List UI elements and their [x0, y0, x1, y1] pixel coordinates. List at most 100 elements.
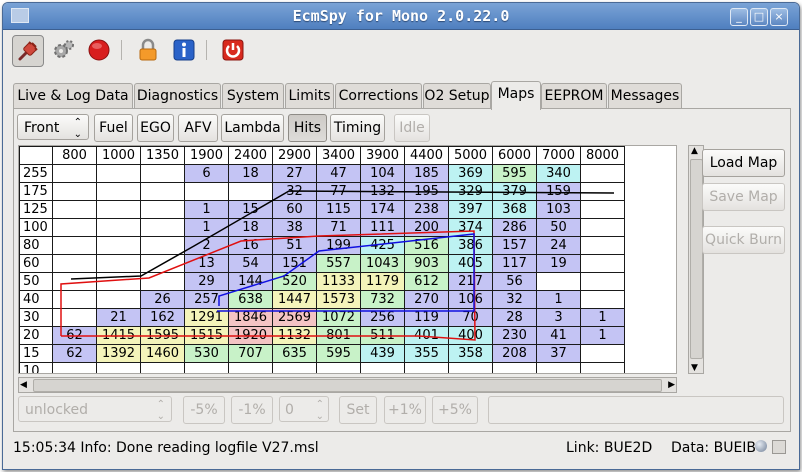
map-cell[interactable]	[96, 362, 141, 373]
map-cell[interactable]	[580, 254, 625, 273]
map-cell[interactable]	[184, 182, 229, 201]
map-cell[interactable]: 1595	[140, 326, 185, 345]
map-cell[interactable]: 62	[52, 326, 97, 345]
map-cell[interactable]: 103	[536, 200, 581, 219]
map-cell[interactable]: 374	[448, 218, 493, 237]
map-cell[interactable]	[448, 362, 493, 373]
scroll-up-icon[interactable]: ▲	[691, 146, 698, 156]
map-cell[interactable]: 62	[52, 344, 97, 363]
map-cell[interactable]: 707	[228, 344, 273, 363]
map-cell[interactable]: 1573	[316, 290, 361, 309]
value-stepper[interactable]: 0 ⌃ ⌄	[279, 396, 329, 422]
tab-eeprom[interactable]: EEPROM	[541, 83, 607, 109]
map-cell[interactable]: 151	[272, 254, 317, 273]
map-cell[interactable]	[140, 272, 185, 291]
plus-5-button[interactable]: +5%	[432, 396, 478, 424]
ego-button[interactable]: EGO	[137, 114, 174, 142]
map-cell[interactable]: 16	[228, 236, 273, 255]
idle-button[interactable]: Idle	[394, 114, 430, 142]
record-button[interactable]	[84, 35, 114, 65]
map-cell[interactable]	[52, 308, 97, 327]
map-cell[interactable]	[492, 362, 537, 373]
map-cell[interactable]: 1	[580, 326, 625, 345]
scroll-thumb[interactable]	[33, 379, 662, 392]
map-cell[interactable]: 3	[536, 308, 581, 327]
scroll-right-icon[interactable]: ▶	[668, 378, 675, 392]
map-cell[interactable]: 13	[184, 254, 229, 273]
map-cell[interactable]	[360, 362, 405, 373]
map-cell[interactable]	[228, 182, 273, 201]
map-cell[interactable]: 19	[536, 254, 581, 273]
map-cell[interactable]: 270	[404, 290, 449, 309]
map-cell[interactable]: 1043	[360, 254, 405, 273]
tab-messages[interactable]: Messages	[608, 83, 682, 109]
quick-burn-button[interactable]: Quick Burn	[702, 226, 785, 254]
map-cell[interactable]: 903	[404, 254, 449, 273]
map-cell[interactable]: 368	[492, 200, 537, 219]
map-table[interactable]: 800 1000 1350 1900 2400 2900 3400 3900 4…	[19, 146, 625, 373]
map-cell[interactable]	[96, 164, 141, 183]
map-cell[interactable]	[140, 164, 185, 183]
map-select[interactable]: Front ⌃ ⌄	[17, 114, 89, 140]
map-cell[interactable]	[52, 164, 97, 183]
map-cell[interactable]	[52, 236, 97, 255]
map-cell[interactable]: 29	[184, 272, 229, 291]
hits-button[interactable]: Hits	[288, 114, 327, 142]
map-cell[interactable]	[140, 218, 185, 237]
map-cell[interactable]	[96, 236, 141, 255]
map-cell[interactable]: 401	[404, 326, 449, 345]
map-cell[interactable]	[536, 272, 581, 291]
map-cell[interactable]: 15	[228, 200, 273, 219]
map-cell[interactable]: 32	[492, 290, 537, 309]
map-cell[interactable]: 117	[492, 254, 537, 273]
map-cell[interactable]: 56	[492, 272, 537, 291]
map-cell[interactable]: 159	[536, 182, 581, 201]
map-cell[interactable]	[580, 182, 625, 201]
tab-corrections[interactable]: Corrections	[335, 83, 422, 109]
set-button[interactable]: Set	[339, 396, 377, 424]
title-bar[interactable]: EcmSpy for Mono 2.0.22.0 _ □ ×	[3, 3, 799, 30]
maximize-button[interactable]: □	[750, 8, 768, 26]
map-cell[interactable]: 51	[272, 236, 317, 255]
map-cell[interactable]: 71	[316, 218, 361, 237]
map-cell[interactable]: 1	[184, 200, 229, 219]
scroll-left-icon[interactable]: ◀	[20, 378, 27, 392]
power-button[interactable]	[218, 35, 248, 65]
tab-diagnostics[interactable]: Diagnostics	[134, 83, 221, 109]
map-cell[interactable]: 638	[228, 290, 273, 309]
map-cell[interactable]	[140, 362, 185, 373]
map-cell[interactable]	[96, 182, 141, 201]
map-cell[interactable]: 635	[272, 344, 317, 363]
map-cell[interactable]: 41	[536, 326, 581, 345]
map-cell[interactable]: 595	[316, 344, 361, 363]
map-cell[interactable]	[52, 272, 97, 291]
map-cell[interactable]: 511	[360, 326, 405, 345]
map-cell[interactable]	[580, 362, 625, 373]
map-cell[interactable]: 1415	[96, 326, 141, 345]
map-cell[interactable]	[52, 254, 97, 273]
minus-5-button[interactable]: -5%	[183, 396, 225, 424]
map-cell[interactable]: 1392	[96, 344, 141, 363]
map-cell[interactable]: 18	[228, 164, 273, 183]
map-cell[interactable]: 1846	[228, 308, 273, 327]
map-grid[interactable]: 800 1000 1350 1900 2400 2900 3400 3900 4…	[18, 145, 677, 374]
map-cell[interactable]: 801	[316, 326, 361, 345]
map-cell[interactable]: 238	[404, 200, 449, 219]
settings-button[interactable]	[48, 35, 78, 65]
map-cell[interactable]: 174	[360, 200, 405, 219]
map-cell[interactable]: 119	[404, 308, 449, 327]
map-cell[interactable]	[184, 362, 229, 373]
horizontal-scrollbar[interactable]: ◀ ▶	[18, 377, 677, 393]
map-cell[interactable]: 520	[272, 272, 317, 291]
map-cell[interactable]: 18	[228, 218, 273, 237]
map-cell[interactable]: 1179	[360, 272, 405, 291]
map-cell[interactable]: 162	[140, 308, 185, 327]
map-cell[interactable]: 1447	[272, 290, 317, 309]
map-cell[interactable]: 47	[316, 164, 361, 183]
map-cell[interactable]: 54	[228, 254, 273, 273]
map-cell[interactable]: 405	[448, 254, 493, 273]
plus-1-button[interactable]: +1%	[384, 396, 426, 424]
map-cell[interactable]: 256	[360, 308, 405, 327]
map-cell[interactable]: 32	[272, 182, 317, 201]
map-cell[interactable]: 115	[316, 200, 361, 219]
